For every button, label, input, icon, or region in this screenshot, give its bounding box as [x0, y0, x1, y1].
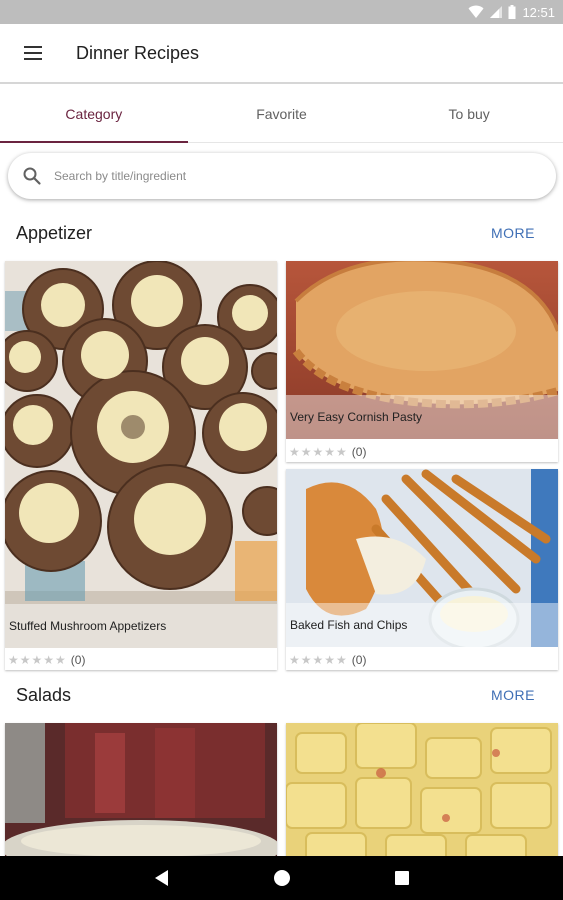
star-rating-icon: ★★★★★ — [8, 653, 67, 667]
system-nav-bar — [0, 856, 563, 900]
search-bar[interactable] — [8, 153, 556, 199]
recipe-title: Baked Fish and Chips — [286, 603, 558, 647]
rating-count: (0) — [351, 445, 367, 459]
home-icon[interactable] — [270, 866, 294, 890]
star-rating-icon: ★★★★★ — [289, 653, 348, 667]
recipe-card[interactable]: Baked Fish and Chips ★★★★★ (0) — [286, 469, 558, 670]
status-time: 12:51 — [522, 4, 555, 20]
star-rating-icon: ★★★★★ — [289, 445, 348, 459]
status-bar: 12:51 — [0, 0, 563, 24]
rating-count: (0) — [351, 653, 367, 667]
page-title: Dinner Recipes — [76, 42, 200, 63]
section-title: Appetizer — [16, 222, 93, 243]
tab-favorite[interactable]: Favorite — [188, 86, 376, 142]
back-icon[interactable] — [150, 866, 174, 890]
hamburger-menu-icon[interactable] — [24, 41, 48, 65]
section-header-appetizer: Appetizer MORE — [0, 218, 563, 248]
recipe-image-stuffed-mushrooms — [5, 261, 277, 648]
more-button[interactable]: MORE — [491, 225, 535, 241]
recipe-card[interactable]: Very Easy Cornish Pasty ★★★★★ (0) — [286, 261, 558, 462]
search-icon[interactable] — [22, 166, 42, 186]
recipe-image-potato-salad — [286, 723, 558, 863]
recents-icon[interactable] — [390, 866, 414, 890]
recipe-title: Stuffed Mushroom Appetizers — [5, 604, 277, 648]
recipe-image-salad — [5, 723, 277, 863]
rating: ★★★★★ (0) — [8, 653, 85, 667]
more-button[interactable]: MORE — [491, 687, 535, 703]
battery-icon — [508, 5, 516, 19]
tab-to-buy[interactable]: To buy — [375, 86, 563, 142]
section-title: Salads — [16, 684, 72, 705]
app-bar: Dinner Recipes — [0, 24, 563, 84]
recipe-title: Very Easy Cornish Pasty — [286, 395, 558, 439]
section-header-salads: Salads MORE — [0, 680, 563, 710]
rating: ★★★★★ (0) — [289, 445, 366, 459]
rating-count: (0) — [70, 653, 86, 667]
tab-category[interactable]: Category — [0, 86, 188, 143]
wifi-icon — [468, 5, 484, 18]
recipe-card[interactable] — [286, 723, 558, 863]
cell-signal-icon — [490, 6, 503, 18]
rating: ★★★★★ (0) — [289, 653, 366, 667]
recipe-card[interactable]: Stuffed Mushroom Appetizers ★★★★★ (0) — [5, 261, 277, 670]
search-input[interactable] — [54, 169, 494, 183]
recipe-card[interactable] — [5, 723, 277, 863]
tab-bar: Category Favorite To buy — [0, 86, 563, 143]
